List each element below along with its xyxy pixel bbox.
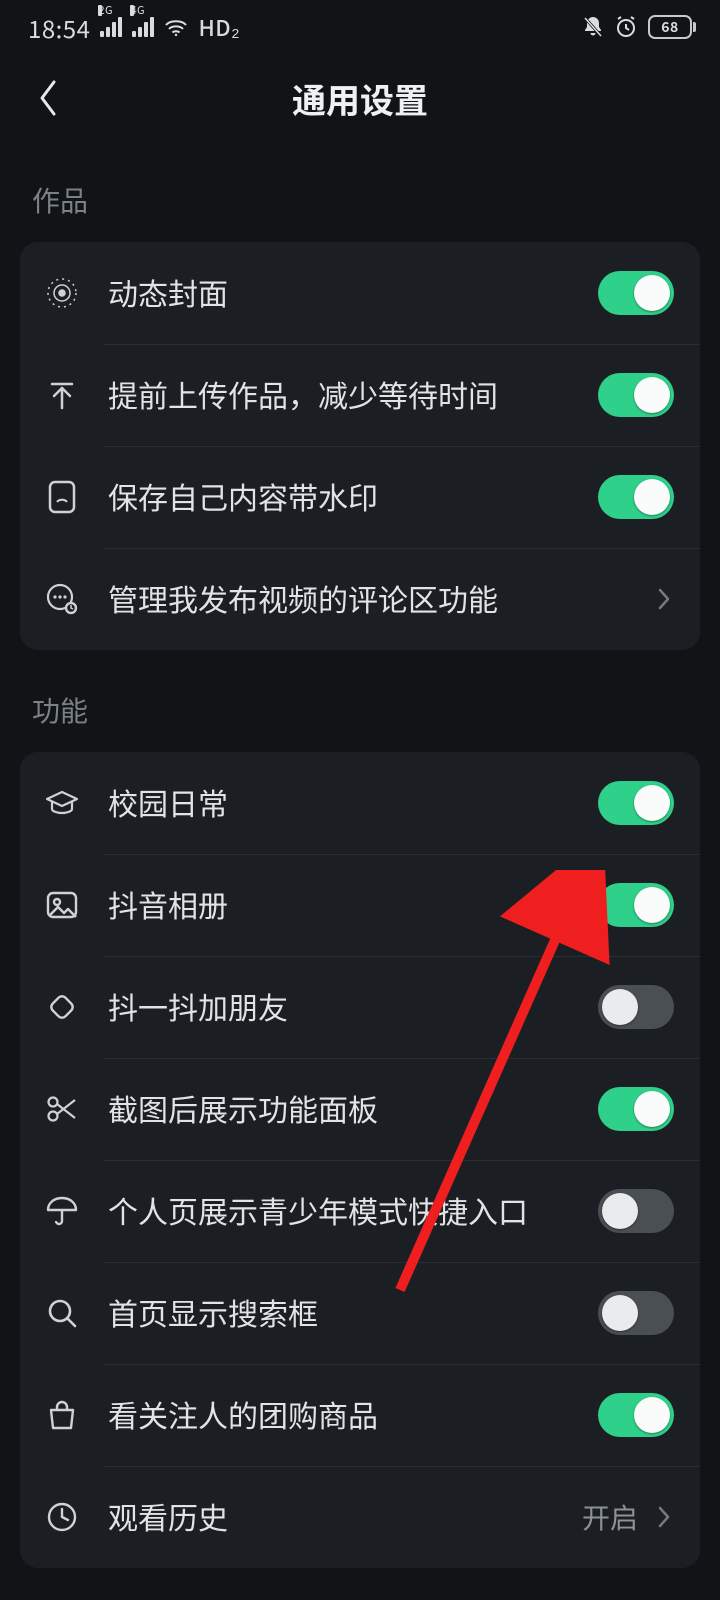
row-label: 抖一抖加朋友: [108, 988, 574, 1026]
toggle-campus[interactable]: [598, 781, 674, 825]
back-button[interactable]: [20, 70, 76, 126]
umbrella-icon: [40, 1189, 84, 1233]
toggle-album[interactable]: [598, 883, 674, 927]
clock-icon: [40, 1495, 84, 1539]
row-value: 开启: [582, 1497, 638, 1537]
toggle-follow-groupbuy[interactable]: [598, 1393, 674, 1437]
row-label: 截图后展示功能面板: [108, 1090, 574, 1128]
scissors-icon: [40, 1087, 84, 1131]
row-watermark[interactable]: 保存自己内容带水印: [20, 446, 700, 548]
target-icon: [40, 271, 84, 315]
row-screenshot-panel[interactable]: 截图后展示功能面板: [20, 1058, 700, 1160]
cap-icon: [40, 781, 84, 825]
row-shake[interactable]: 抖一抖加朋友: [20, 956, 700, 1058]
section-features: 校园日常 抖音相册 抖一抖加朋友: [20, 752, 700, 1568]
section-title-works: 作品: [20, 166, 700, 242]
row-label: 抖音相册: [108, 886, 574, 924]
toggle-watermark[interactable]: [598, 475, 674, 519]
status-bar: 18:54 2G 4G HD₂: [0, 0, 720, 54]
row-label: 保存自己内容带水印: [108, 478, 574, 516]
row-label: 管理我发布视频的评论区功能: [108, 580, 630, 618]
row-album[interactable]: 抖音相册: [20, 854, 700, 956]
row-label: 观看历史: [108, 1498, 558, 1536]
page-header: 通用设置: [0, 54, 720, 142]
shake-icon: [40, 985, 84, 1029]
row-label: 首页显示搜索框: [108, 1294, 574, 1332]
toggle-dynamic-cover[interactable]: [598, 271, 674, 315]
wifi-icon: [164, 17, 188, 37]
row-home-search[interactable]: 首页显示搜索框: [20, 1262, 700, 1364]
row-label: 看关注人的团购商品: [108, 1396, 574, 1434]
alarm-icon: [614, 15, 638, 39]
toggle-screenshot-panel[interactable]: [598, 1087, 674, 1131]
chevron-right-icon: [654, 1501, 674, 1533]
status-hd: HD₂: [198, 11, 240, 43]
row-follow-groupbuy[interactable]: 看关注人的团购商品: [20, 1364, 700, 1466]
row-dynamic-cover[interactable]: 动态封面: [20, 242, 700, 344]
battery-icon: 68: [648, 15, 692, 39]
settings-content: 作品 动态封面 提前上传作品，减少等待时间: [0, 142, 720, 1568]
section-works: 动态封面 提前上传作品，减少等待时间 保存自己内容带水印: [20, 242, 700, 650]
row-label: 校园日常: [108, 784, 574, 822]
row-label: 提前上传作品，减少等待时间: [108, 376, 574, 414]
row-label: 动态封面: [108, 274, 574, 312]
search-icon: [40, 1291, 84, 1335]
row-teen-shortcut[interactable]: 个人页展示青少年模式快捷入口: [20, 1160, 700, 1262]
ipad-icon: [40, 475, 84, 519]
status-time: 18:54: [28, 10, 90, 45]
page-title: 通用设置: [0, 74, 720, 123]
toggle-teen-shortcut[interactable]: [598, 1189, 674, 1233]
upload-icon: [40, 373, 84, 417]
toggle-home-search[interactable]: [598, 1291, 674, 1335]
toggle-shake[interactable]: [598, 985, 674, 1029]
toggle-preupload[interactable]: [598, 373, 674, 417]
signal-2-icon: 4G: [132, 17, 154, 37]
chevron-right-icon: [654, 583, 674, 615]
signal-1-icon: 2G: [100, 17, 122, 37]
row-campus[interactable]: 校园日常: [20, 752, 700, 854]
row-label: 个人页展示青少年模式快捷入口: [108, 1192, 574, 1230]
photo-icon: [40, 883, 84, 927]
comment-icon: [40, 577, 84, 621]
row-watch-history[interactable]: 观看历史 开启: [20, 1466, 700, 1568]
section-title-features: 功能: [20, 650, 700, 752]
battery-pct: 68: [661, 17, 679, 37]
bag-icon: [40, 1393, 84, 1437]
mute-icon: [582, 15, 604, 39]
row-preupload[interactable]: 提前上传作品，减少等待时间: [20, 344, 700, 446]
row-manage-comments[interactable]: 管理我发布视频的评论区功能: [20, 548, 700, 650]
